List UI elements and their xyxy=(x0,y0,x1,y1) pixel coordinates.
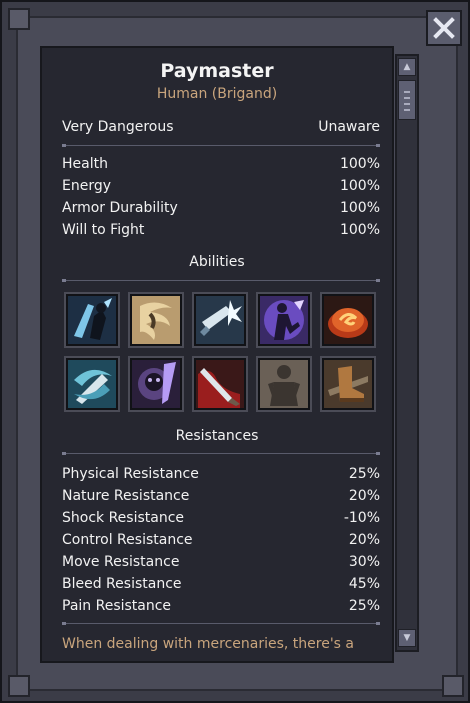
unit-info-panel: Paymaster Human (Brigand) Very Dangerous… xyxy=(40,46,394,663)
scroll-up-button[interactable]: ▲ xyxy=(398,58,416,76)
divider xyxy=(62,622,380,625)
resistance-label: Bleed Resistance xyxy=(62,576,182,592)
resistance-value: 25% xyxy=(348,598,380,614)
resistance-value: 25% xyxy=(348,466,380,482)
ability-slot[interactable] xyxy=(192,356,248,412)
bleeding-blade-icon xyxy=(196,360,244,408)
resistance-value: -10% xyxy=(343,510,380,526)
close-icon xyxy=(433,17,455,39)
ability-slot[interactable] xyxy=(128,356,184,412)
ability-slot[interactable] xyxy=(256,356,312,412)
resistance-row: Control Resistance 20% xyxy=(62,532,380,552)
resistance-label: Shock Resistance xyxy=(62,510,185,526)
spinning-blade-icon xyxy=(68,360,116,408)
abilities-heading: Abilities xyxy=(189,254,245,270)
phantom-skull-icon xyxy=(132,360,180,408)
divider xyxy=(62,144,380,147)
close-button[interactable] xyxy=(426,10,462,46)
arcane-figure-icon xyxy=(260,296,308,344)
stat-label: Armor Durability xyxy=(62,200,178,216)
awareness-status: Unaware xyxy=(318,119,380,135)
resistance-label: Move Resistance xyxy=(62,554,180,570)
stat-row: Armor Durability 100% xyxy=(62,200,380,220)
resistance-value: 20% xyxy=(348,488,380,504)
stat-value: 100% xyxy=(339,222,380,238)
resistance-row: Bleed Resistance 45% xyxy=(62,576,380,596)
frame-corner-ornament xyxy=(442,675,464,697)
resistance-label: Physical Resistance xyxy=(62,466,199,482)
flavor-text: When dealing with mercenaries, there's a xyxy=(62,636,354,652)
shadow-strike-icon xyxy=(68,296,116,344)
resistance-value: 30% xyxy=(348,554,380,570)
scrollbar-thumb[interactable] xyxy=(398,80,416,120)
tooltip-frame: ▲ ▼ Paymaster Human (Brigand) Very Dange… xyxy=(0,0,470,703)
stat-label: Energy xyxy=(62,178,112,194)
resistance-row: Nature Resistance 20% xyxy=(62,488,380,508)
ability-slot[interactable] xyxy=(192,292,248,348)
dust-swirl-icon xyxy=(132,296,180,344)
resistance-label: Pain Resistance xyxy=(62,598,172,614)
scrollbar-track[interactable] xyxy=(395,54,419,652)
stat-row: Health 100% xyxy=(62,156,380,176)
resistance-value: 45% xyxy=(348,576,380,592)
chevron-up-icon: ▲ xyxy=(403,61,411,72)
stat-value: 100% xyxy=(339,156,380,172)
resistance-row: Pain Resistance 25% xyxy=(62,598,380,618)
ability-slot[interactable] xyxy=(64,356,120,412)
divider xyxy=(62,452,380,455)
frame-corner-ornament xyxy=(8,8,30,30)
stat-row: Energy 100% xyxy=(62,178,380,198)
scroll-down-button[interactable]: ▼ xyxy=(398,629,416,647)
resistance-label: Control Resistance xyxy=(62,532,193,548)
stat-value: 100% xyxy=(339,200,380,216)
resistances-heading: Resistances xyxy=(175,428,259,444)
divider xyxy=(62,279,380,282)
ability-slot[interactable] xyxy=(320,292,376,348)
unit-race: Human (Brigand) xyxy=(156,86,278,102)
fire-orb-icon xyxy=(324,296,372,344)
blade-flash-icon xyxy=(196,296,244,344)
threat-row: Very Dangerous Unaware xyxy=(62,119,380,139)
brute-figure-icon xyxy=(260,360,308,408)
stat-label: Will to Fight xyxy=(62,222,145,238)
resistance-label: Nature Resistance xyxy=(62,488,190,504)
ability-slot[interactable] xyxy=(320,356,376,412)
boot-kick-icon xyxy=(324,360,372,408)
chevron-down-icon: ▼ xyxy=(403,632,411,643)
resistance-row: Shock Resistance -10% xyxy=(62,510,380,530)
resistance-row: Move Resistance 30% xyxy=(62,554,380,574)
unit-name: Paymaster xyxy=(160,60,274,82)
danger-level: Very Dangerous xyxy=(62,119,174,135)
stat-label: Health xyxy=(62,156,108,172)
ability-slot[interactable] xyxy=(128,292,184,348)
resistance-row: Physical Resistance 25% xyxy=(62,466,380,486)
ability-slot[interactable] xyxy=(64,292,120,348)
frame-corner-ornament xyxy=(8,675,30,697)
stat-value: 100% xyxy=(339,178,380,194)
ability-slot[interactable] xyxy=(256,292,312,348)
resistance-value: 20% xyxy=(348,532,380,548)
stat-row: Will to Fight 100% xyxy=(62,222,380,242)
